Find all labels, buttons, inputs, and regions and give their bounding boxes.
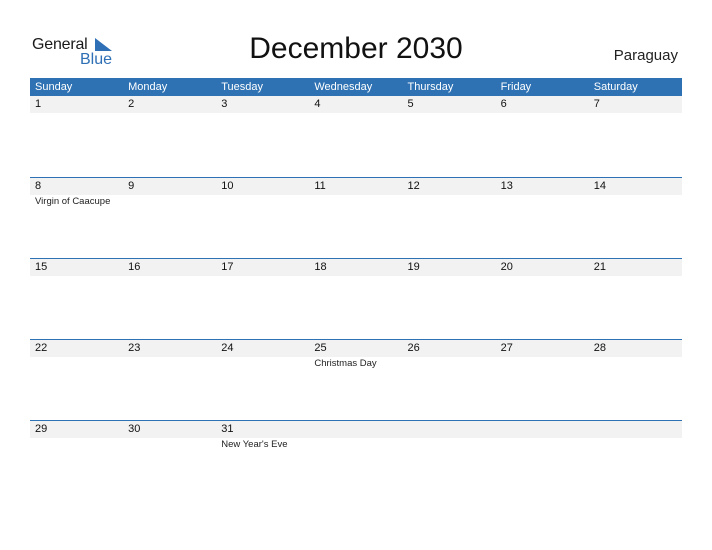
day-number: 27 [500,342,513,354]
weekday-tuesday: Tuesday [221,81,264,93]
day-number: 26 [407,342,420,354]
day-number: 24 [221,342,234,354]
holiday-label: New Year's Eve [221,439,288,450]
day-number [309,421,402,438]
day-number: 7 [593,98,600,110]
day-number: 13 [500,180,513,192]
country-label: Paraguay [613,47,678,64]
holiday-label [589,438,682,451]
day-number: 12 [407,180,420,192]
holiday-label [309,195,402,208]
day-number [496,421,589,438]
day-number-row: 15 16 17 18 19 20 21 [30,259,682,276]
holiday-label [216,357,309,370]
day-number: 29 [35,423,48,435]
day-number: 23 [128,342,141,354]
day-number [589,421,682,438]
day-number: 31 [221,423,234,435]
holiday-label [496,357,589,370]
day-number-row: 1 2 3 4 5 6 7 [30,96,682,113]
holiday-label [589,195,682,208]
day-number: 9 [128,180,135,192]
day-number: 11 [314,180,326,192]
week-row: 15 16 17 18 19 20 21 [30,258,682,339]
day-number [403,421,496,438]
day-number: 16 [128,261,141,273]
weekday-sunday: Sunday [35,81,73,93]
holiday-row: Virgin of Caacupe [30,195,682,208]
weekday-saturday: Saturday [593,81,638,93]
holiday-label: Virgin of Caacupe [35,196,111,207]
week-row: 22 23 24 25 26 27 28 Christmas Day [30,339,682,420]
weekday-thursday: Thursday [407,81,454,93]
holiday-label [403,357,496,370]
day-number: 21 [593,261,606,273]
holiday-label [496,438,589,451]
day-number: 1 [35,98,42,110]
holiday-label [123,438,216,451]
holiday-label [496,195,589,208]
holiday-row: New Year's Eve [30,438,682,451]
calendar-title: December 2030 [249,32,463,65]
day-number: 28 [593,342,606,354]
holiday-label [589,357,682,370]
holiday-label [216,195,309,208]
day-number: 15 [35,261,48,273]
week-row: 29 30 31 New Year's Eve [30,420,682,501]
holiday-label [403,195,496,208]
weekday-wednesday: Wednesday [314,81,373,93]
day-number-row: 8 9 10 11 12 13 14 [30,178,682,195]
day-number: 30 [128,423,141,435]
holiday-row: Christmas Day [30,357,682,370]
day-number: 3 [221,98,228,110]
day-number: 18 [314,261,327,273]
weekday-header: Sunday Monday Tuesday Wednesday Thursday… [30,78,682,96]
day-number: 10 [221,180,234,192]
week-row: 8 9 10 11 12 13 14 Virgin of Caacupe [30,177,682,258]
weekday-friday: Friday [500,81,532,93]
day-number: 2 [128,98,135,110]
weekday-monday: Monday [128,81,168,93]
week-row: 1 2 3 4 5 6 7 [30,96,682,176]
holiday-label [30,438,123,451]
day-number: 17 [221,261,234,273]
day-number: 4 [314,98,321,110]
day-number: 22 [35,342,48,354]
day-number: 8 [35,180,42,192]
holiday-label [403,438,496,451]
holiday-label [30,357,123,370]
day-number: 14 [593,180,606,192]
day-number-row: 29 30 31 [30,421,682,438]
day-number: 19 [407,261,420,273]
day-number: 25 [314,342,327,354]
holiday-label [309,438,402,451]
holiday-label [123,195,216,208]
day-number-row: 22 23 24 25 26 27 28 [30,340,682,357]
day-number: 20 [500,261,513,273]
day-number: 5 [407,98,414,110]
day-number: 6 [500,98,507,110]
holiday-label: Christmas Day [314,358,377,369]
holiday-label [123,357,216,370]
